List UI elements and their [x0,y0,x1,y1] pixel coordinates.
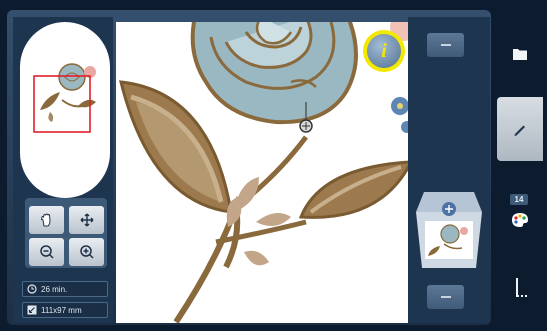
folder-button[interactable] [500,40,540,68]
zoom-out-icon [39,245,54,259]
minus-icon [440,296,451,298]
embroidery-canvas[interactable] [116,22,408,323]
info-icon: i [367,34,401,68]
hand-pan-icon [40,213,51,227]
color-count-badge: 14 [510,194,528,205]
zoom-out-button[interactable] [29,238,64,266]
zoom-in-button[interactable] [69,238,104,266]
rose-motif [190,22,358,125]
clock-icon [27,284,37,294]
design-size-readout: 111x97 mm [22,302,108,318]
hand-pan-button[interactable] [29,206,64,234]
design-size-value: 111x97 mm [41,305,82,315]
overview-design-thumbnail [33,63,96,133]
color-palette-button[interactable] [500,207,540,233]
move-arrows-icon [80,213,93,227]
right-leaf [298,160,408,219]
embroidery-design [119,22,408,323]
color-palette-icon [512,213,528,227]
stitch-icon [516,278,527,297]
minus-icon [440,44,451,46]
overview-rose [40,63,96,122]
folder-icon [513,49,527,60]
move-button[interactable] [69,206,104,234]
scroll-up-button[interactable] [427,33,464,57]
stitch-button[interactable] [500,275,540,301]
stitch-time-readout: 26 min. [22,281,108,297]
design-layer-card[interactable] [410,188,488,268]
stitch-time-value: 26 min. [41,284,68,294]
hoop-overview[interactable] [20,22,110,198]
layer-thumbnail [416,192,482,268]
forget-me-not-flowers [391,97,408,133]
resize-icon [27,305,37,315]
pencil-icon [514,125,525,136]
layer-panel [408,17,490,323]
scroll-down-button[interactable] [427,285,464,309]
info-glyph: i [381,39,387,62]
large-leaf [119,80,233,214]
zoom-in-icon [79,245,94,259]
edit-tab[interactable] [497,97,543,161]
info-button[interactable]: i [363,30,405,72]
